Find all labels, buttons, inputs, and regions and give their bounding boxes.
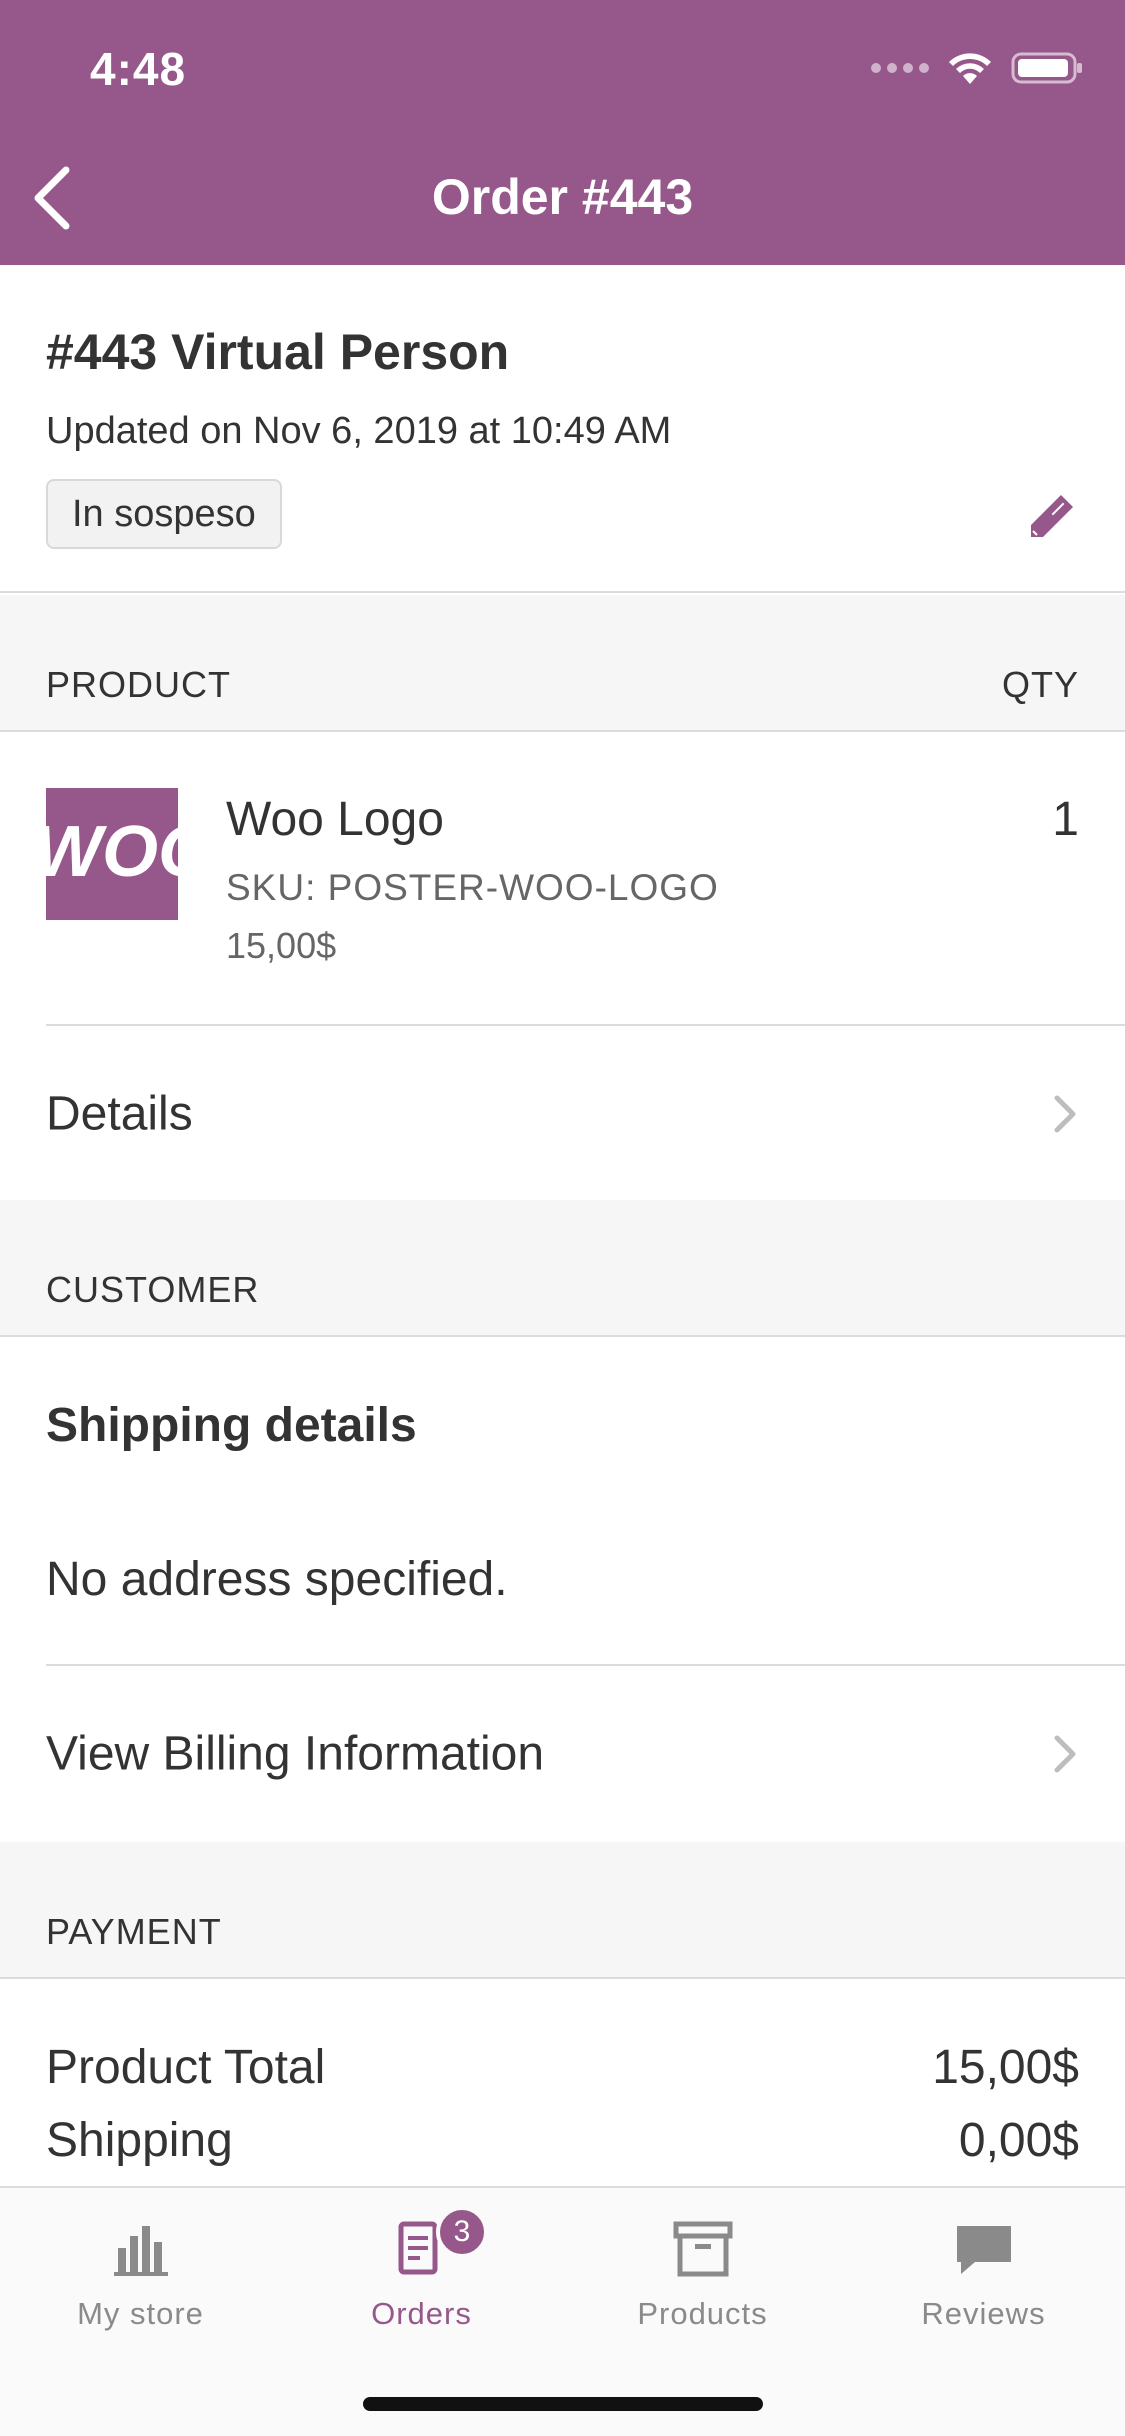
order-summary: #443 Virtual Person Updated on Nov 6, 20… — [0, 265, 1125, 593]
payment-label: Shipping — [46, 2114, 233, 2167]
order-status-badge: In sospeso — [46, 479, 282, 549]
payment-section-title: PAYMENT — [46, 1911, 222, 1952]
shipping-details-title: Shipping details — [46, 1399, 417, 1452]
home-indicator[interactable] — [363, 2397, 763, 2411]
archive-box-icon — [673, 2221, 732, 2277]
order-updated-date: Updated on Nov 6, 2019 at 10:49 AM — [46, 410, 672, 452]
product-name: Woo Logo — [226, 793, 444, 846]
product-price: 15,00$ — [226, 925, 337, 966]
pencil-icon — [1031, 495, 1073, 537]
details-row[interactable]: Details — [0, 1026, 1125, 1202]
view-billing-label: View Billing Information — [46, 1727, 545, 1781]
chevron-right-icon — [1054, 1735, 1076, 1773]
woo-logo-lettering: WOO — [46, 812, 178, 892]
orders-count-badge: 3 — [436, 2206, 488, 2258]
tab-orders[interactable]: 3 Orders — [281, 2188, 562, 2338]
tab-my-store[interactable]: My store — [0, 2188, 281, 2338]
tab-label: Reviews — [921, 2296, 1046, 2331]
product-list-item[interactable]: WOO Woo Logo SKU: POSTER-WOO-LOGO 15,00$… — [0, 732, 1125, 1026]
qty-column-title: QTY — [1001, 664, 1079, 705]
tab-label: Products — [637, 2296, 768, 2331]
tab-products[interactable]: Products — [562, 2188, 843, 2338]
product-thumbnail: WOO — [46, 788, 178, 920]
product-sku: SKU: POSTER-WOO-LOGO — [226, 867, 719, 908]
speech-bubble-icon — [956, 2226, 1011, 2274]
payment-value: 15,00$ — [932, 2041, 1079, 2094]
details-label: Details — [46, 1087, 193, 1141]
shipping-address-text: No address specified. — [46, 1553, 508, 1606]
tab-reviews[interactable]: Reviews — [843, 2188, 1124, 2338]
payment-row-product-total: Product Total 15,00$ — [46, 2040, 1079, 2100]
payment-label: Product Total — [46, 2041, 326, 2094]
product-section-header: PRODUCT QTY — [0, 595, 1125, 732]
product-quantity: 1 — [1052, 793, 1079, 846]
view-billing-row[interactable]: View Billing Information — [0, 1666, 1125, 1842]
status-bar-time: 4:48 — [90, 43, 187, 95]
customer-section-header: CUSTOMER — [0, 1200, 1125, 1337]
navigation-header: 4:48 Order #443 — [0, 0, 1125, 265]
tab-label: Orders — [371, 2296, 472, 2331]
payment-value: 0,00$ — [958, 2114, 1079, 2167]
bar-chart-icon — [113, 2226, 168, 2276]
order-customer-name: #443 Virtual Person — [46, 324, 510, 380]
woo-logo-image: WOO — [46, 788, 178, 920]
battery-icon — [1011, 52, 1082, 84]
product-section-title: PRODUCT — [46, 664, 231, 705]
wifi-icon — [949, 53, 991, 84]
tab-label: My store — [77, 2296, 204, 2331]
status-bar-icons — [871, 50, 1085, 86]
payment-row-shipping: Shipping 0,00$ — [46, 2113, 1079, 2173]
edit-status-button[interactable] — [1021, 487, 1081, 547]
customer-section-title: CUSTOMER — [46, 1269, 260, 1310]
payment-section-header: PAYMENT — [0, 1842, 1125, 1979]
chevron-right-icon — [1054, 1095, 1076, 1133]
page-title: Order #443 — [431, 169, 694, 225]
cellular-signal-icon — [871, 63, 929, 73]
